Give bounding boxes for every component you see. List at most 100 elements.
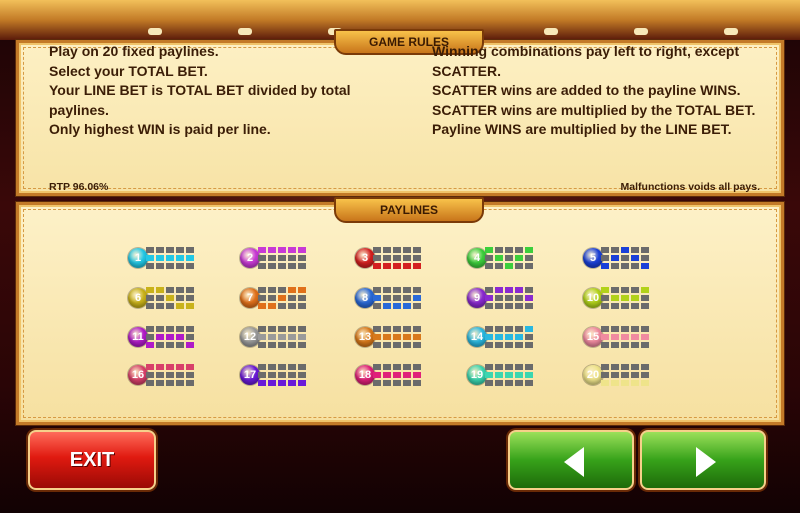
payline-cell: [288, 263, 296, 269]
payline-cell: [298, 372, 306, 378]
payline-cell-active: [641, 334, 649, 340]
payline-cell: [383, 342, 391, 348]
payline-cell: [413, 287, 421, 293]
payline-6: 6: [128, 286, 208, 310]
payline-cell: [631, 372, 639, 378]
payline-cell-active: [298, 287, 306, 293]
payline-cell: [288, 303, 296, 309]
payline-cell: [525, 303, 533, 309]
payline-cell: [601, 303, 609, 309]
payline-cell: [186, 247, 194, 253]
payline-pattern: [258, 326, 306, 348]
payline-cell-active: [268, 303, 276, 309]
payline-cell: [611, 247, 619, 253]
payline-cell: [383, 295, 391, 301]
payline-cell: [156, 342, 164, 348]
payline-pattern: [373, 364, 421, 386]
payline-cell: [403, 287, 411, 293]
payline-number-badge: 2: [240, 248, 260, 268]
payline-number-badge: 19: [467, 365, 487, 385]
payline-cell: [601, 295, 609, 301]
previous-page-button[interactable]: [508, 430, 634, 490]
payline-cell-active: [403, 263, 411, 269]
payline-pattern: [258, 247, 306, 269]
payline-cell-active: [515, 287, 523, 293]
rules-left-column: Play on 20 fixed paylines. Select your T…: [49, 42, 389, 140]
payline-cell: [166, 326, 174, 332]
payline-cell: [601, 342, 609, 348]
payline-cell-active: [403, 372, 411, 378]
payline-cell: [495, 364, 503, 370]
payline-cell: [641, 364, 649, 370]
payline-cell-active: [258, 380, 266, 386]
payline-cell-active: [383, 334, 391, 340]
payline-pattern: [373, 247, 421, 269]
payline-cell: [403, 255, 411, 261]
payline-number-badge: 14: [467, 327, 487, 347]
payline-pattern: [485, 364, 533, 386]
payline-cell: [146, 372, 154, 378]
payline-cell-active: [525, 247, 533, 253]
rule-text: Payline WINS are multiplied by the LINE …: [432, 121, 732, 137]
payline-cell: [186, 326, 194, 332]
payline-cell: [621, 255, 629, 261]
payline-cell: [166, 263, 174, 269]
payline-pattern: [258, 287, 306, 309]
payline-cell: [288, 364, 296, 370]
payline-cell-active: [166, 255, 174, 261]
payline-number-badge: 8: [355, 288, 375, 308]
payline-cell-active: [298, 334, 306, 340]
payline-cell: [393, 247, 401, 253]
payline-12: 12: [240, 325, 320, 349]
payline-cell: [611, 372, 619, 378]
payline-cell-active: [176, 334, 184, 340]
payline-number-badge: 4: [467, 248, 487, 268]
payline-cell: [495, 380, 503, 386]
payline-cell: [288, 326, 296, 332]
payline-number-badge: 6: [128, 288, 148, 308]
payline-cell: [611, 287, 619, 293]
payline-number-badge: 3: [355, 248, 375, 268]
payline-cell: [268, 326, 276, 332]
payline-cell: [515, 364, 523, 370]
payline-cell: [621, 263, 629, 269]
rule-text: Play on 20 fixed paylines.: [49, 43, 219, 59]
payline-cell-active: [186, 255, 194, 261]
payline-cell-active: [156, 287, 164, 293]
payline-cell: [373, 342, 381, 348]
payline-cell-active: [288, 247, 296, 253]
payline-cell: [156, 303, 164, 309]
payline-cell: [515, 342, 523, 348]
payline-cell: [166, 342, 174, 348]
payline-cell: [146, 326, 154, 332]
payline-8: 8: [355, 286, 435, 310]
payline-pattern: [485, 287, 533, 309]
exit-button[interactable]: EXIT: [28, 430, 156, 490]
payline-cell-active: [298, 380, 306, 386]
next-page-button[interactable]: [640, 430, 766, 490]
payline-cell: [156, 247, 164, 253]
payline-cell: [413, 380, 421, 386]
payline-pattern: [601, 247, 649, 269]
payline-cell-active: [485, 372, 493, 378]
payline-cell: [373, 247, 381, 253]
payline-cell: [166, 372, 174, 378]
malfunction-note: Malfunctions voids all pays.: [620, 181, 760, 193]
payline-cell: [176, 295, 184, 301]
payline-cell: [413, 364, 421, 370]
payline-pattern: [373, 287, 421, 309]
payline-cell: [611, 342, 619, 348]
payline-number-badge: 17: [240, 365, 260, 385]
rule-text: Your LINE BET is TOTAL BET divided by to…: [49, 82, 351, 98]
payline-cell: [186, 287, 194, 293]
payline-cell: [505, 303, 513, 309]
payline-cell-active: [176, 255, 184, 261]
payline-cell: [403, 342, 411, 348]
payline-cell-active: [373, 372, 381, 378]
payline-cell: [631, 326, 639, 332]
payline-cell: [268, 372, 276, 378]
payline-cell: [631, 303, 639, 309]
payline-pattern: [146, 247, 194, 269]
payline-cell: [298, 342, 306, 348]
payline-cell: [278, 263, 286, 269]
